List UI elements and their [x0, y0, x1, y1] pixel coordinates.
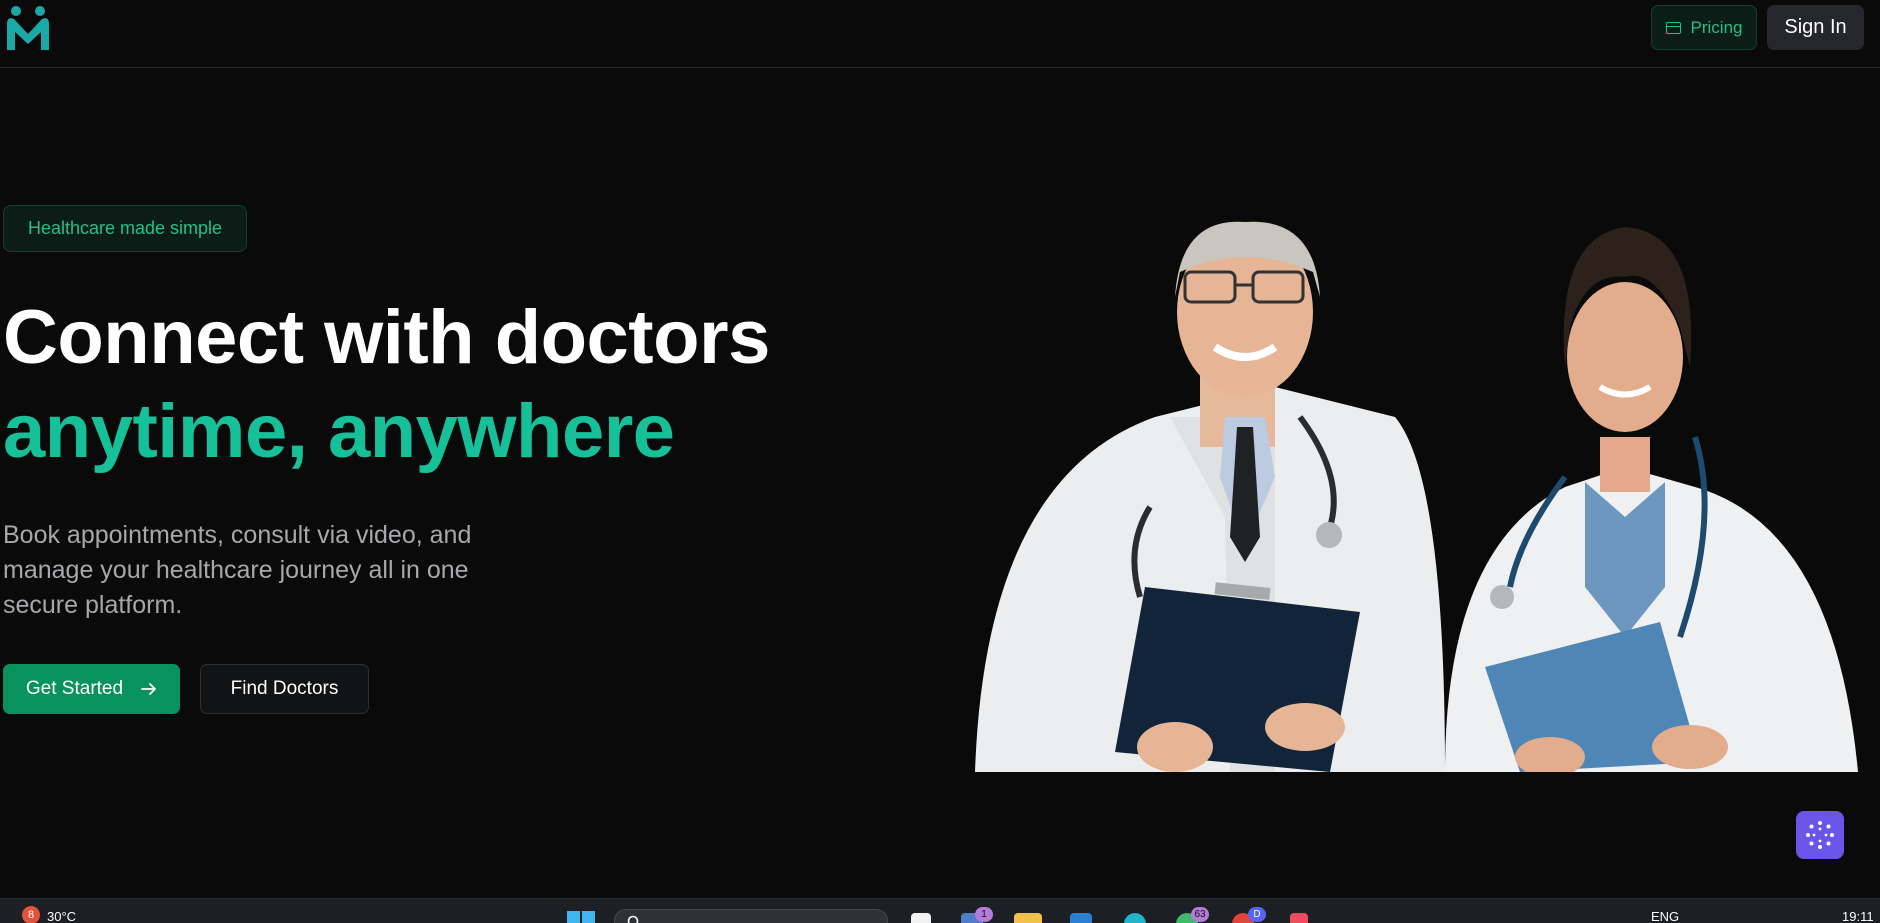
get-started-label: Get Started [25, 678, 124, 699]
doctors-photo [975, 221, 1858, 772]
file-explorer-icon[interactable] [1014, 913, 1042, 923]
hero-title-line-1: Connect with doctors [3, 295, 770, 380]
hero-badge: Healthcare made simple [3, 205, 247, 252]
pricing-button[interactable]: Pricing [1651, 5, 1757, 50]
get-started-button[interactable]: Get Started [3, 664, 180, 714]
find-doctors-button[interactable]: Find Doctors [200, 664, 369, 714]
sign-in-button[interactable]: Sign In [1767, 5, 1864, 50]
taskbar-search-input[interactable] [614, 909, 888, 923]
language-indicator[interactable]: ENG [1651, 909, 1679, 923]
arrow-right-icon [141, 683, 156, 695]
outlook-icon[interactable] [1070, 913, 1092, 923]
chat-app-badge: 63 [1191, 907, 1209, 922]
snipping-tool-icon[interactable] [1290, 913, 1308, 923]
notepad-icon[interactable] [911, 913, 931, 923]
weather-temperature[interactable]: 30°C [47, 909, 76, 923]
os-taskbar: 8 30°C 1 63 D ENG 19:11 [0, 898, 1880, 923]
hero-subtitle: Book appointments, consult via video, an… [3, 521, 472, 619]
pricing-label: Pricing [1690, 17, 1743, 37]
sparkle-ring-icon [1806, 821, 1834, 849]
site-header: Pricing Sign In [0, 0, 1880, 68]
assistant-widget-button[interactable] [1796, 811, 1844, 859]
weather-badge: 8 [22, 906, 40, 923]
system-clock[interactable]: 19:11 [1842, 909, 1874, 923]
windows-start-icon[interactable] [567, 911, 595, 923]
hero-title-line-2: anytime, anywhere [3, 389, 675, 474]
search-icon [627, 915, 639, 923]
credit-card-icon [1665, 21, 1681, 34]
discord-badge: D [1248, 907, 1266, 922]
app-logo[interactable] [4, 2, 52, 52]
calendar-badge: 1 [975, 907, 993, 922]
edge-icon[interactable] [1124, 913, 1146, 923]
